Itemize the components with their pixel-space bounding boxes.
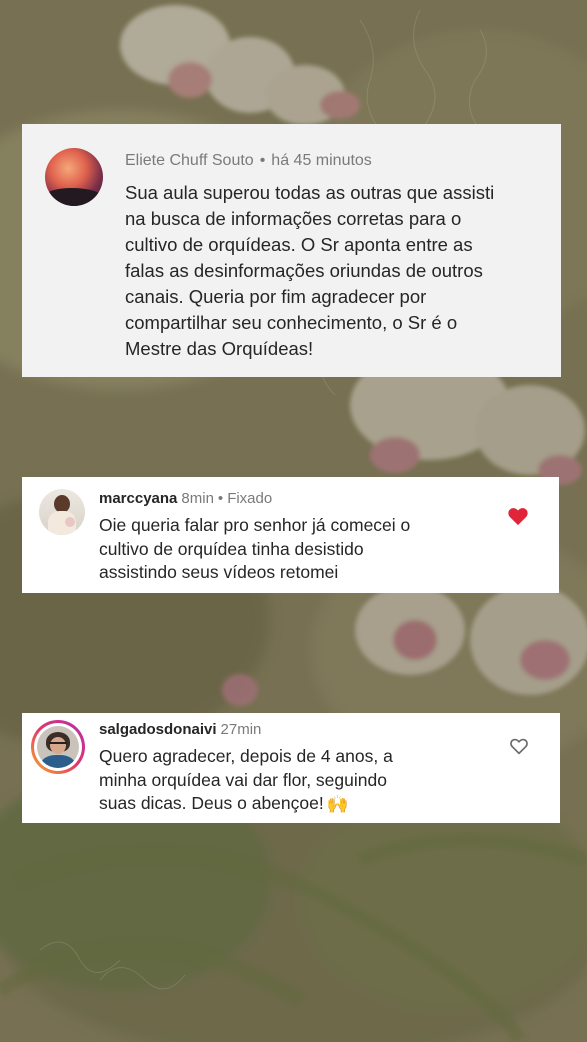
comment-meta: Eliete Chuff Souto • há 45 minutos [125, 152, 372, 170]
comment-text: Sua aula superou todas as outras que ass… [125, 182, 495, 359]
timestamp: 27min [220, 721, 262, 738]
separator-dot: • [259, 152, 266, 169]
username[interactable]: marccyana [99, 490, 177, 507]
comment-text-body: Quero agradecer, depois de 4 anos, a min… [99, 746, 393, 813]
avatar-silhouette [45, 188, 103, 206]
username[interactable]: Eliete Chuff Souto [125, 152, 254, 169]
avatar-story-ring[interactable] [31, 720, 85, 774]
raising-hands-emoji-icon: 🙌 [326, 793, 349, 814]
comment-text: Quero agradecer, depois de 4 anos, a min… [99, 745, 499, 816]
comment-meta: marccyana 8min • Fixado [99, 490, 272, 507]
comment-card-3: salgadosdonaivi 27min Quero agradecer, de… [22, 713, 560, 823]
pinned-label: Fixado [227, 490, 273, 507]
username[interactable]: salgadosdonaivi [99, 721, 217, 738]
avatar-shirt [41, 755, 75, 768]
avatar-flower [65, 517, 75, 527]
timestamp: há 45 minutos [271, 152, 372, 169]
comment-card-2: marccyana 8min • Fixado Oie queria falar pr… [22, 477, 559, 593]
avatar[interactable] [45, 148, 103, 206]
heart-filled-icon[interactable] [507, 506, 529, 526]
comment-card-1: Eliete Chuff Souto • há 45 minutos Sua aul… [22, 124, 561, 377]
comment-text: Oie queria falar pro senhor já comecei o… [99, 515, 411, 582]
avatar-glasses [49, 742, 67, 748]
timestamp: 8min [181, 490, 214, 507]
avatar [37, 726, 79, 768]
heart-outline-icon[interactable] [509, 737, 529, 755]
comment-meta: salgadosdonaivi 27min [99, 721, 261, 738]
avatar[interactable] [39, 489, 85, 535]
separator-dot: • [217, 490, 224, 507]
